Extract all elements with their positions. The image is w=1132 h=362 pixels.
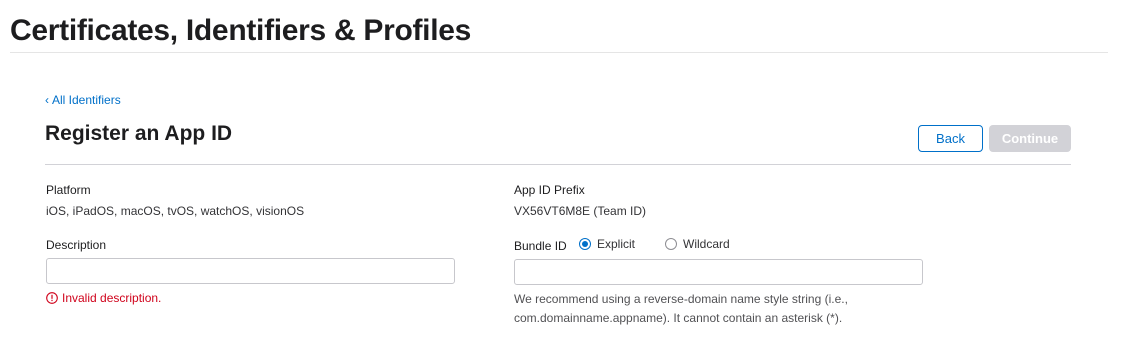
error-circle-icon [46, 292, 58, 304]
continue-button[interactable]: Continue [989, 125, 1071, 152]
section-title: Register an App ID [45, 122, 233, 145]
platform-value: iOS, iPadOS, macOS, tvOS, watchOS, visio… [46, 204, 305, 218]
radio-wildcard-label: Wildcard [683, 237, 730, 251]
bundle-id-help-text: We recommend using a reverse-domain name… [514, 292, 848, 325]
radio-explicit-button[interactable] [579, 238, 591, 250]
all-identifiers-label: All Identifiers [52, 93, 121, 107]
platform-label: Platform [46, 183, 91, 197]
description-error-text: Invalid description. [62, 291, 162, 305]
bundle-id-type-radio-group: Explicit Wildcard [579, 237, 730, 251]
description-label: Description [46, 238, 107, 252]
description-error: Invalid description. [46, 291, 161, 305]
radio-explicit-label: Explicit [597, 237, 636, 251]
radio-wildcard-button[interactable] [665, 238, 678, 250]
back-button[interactable]: Back [918, 125, 983, 152]
page-title: Certificates, Identifiers & Profiles [10, 14, 472, 47]
section-divider [45, 164, 1071, 165]
bundle-id-input[interactable] [514, 259, 923, 285]
bundle-id-label: Bundle ID [514, 239, 567, 253]
description-input[interactable] [46, 258, 455, 284]
chevron-left-icon: ‹ [45, 93, 49, 107]
header-divider [10, 52, 1108, 53]
app-id-prefix-label: App ID Prefix [514, 183, 585, 197]
radio-wildcard[interactable]: Wildcard [665, 237, 730, 251]
app-id-prefix-value: VX56VT6M8E (Team ID) [514, 204, 647, 218]
radio-explicit[interactable]: Explicit [579, 237, 635, 251]
all-identifiers-link[interactable]: ‹ All Identifiers [45, 93, 121, 107]
